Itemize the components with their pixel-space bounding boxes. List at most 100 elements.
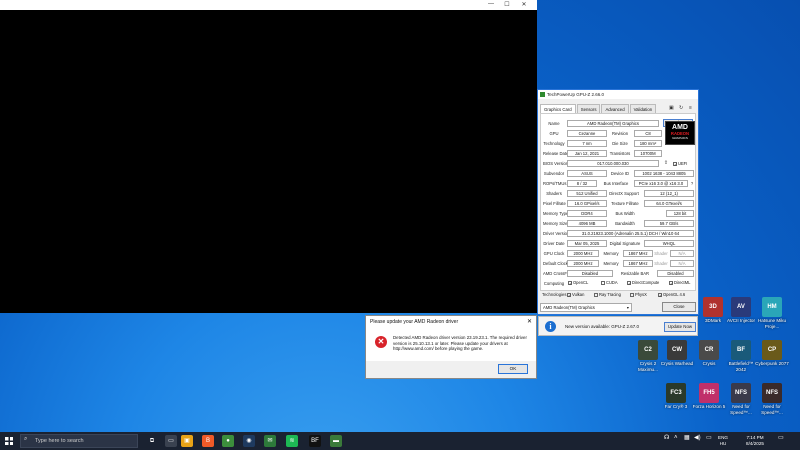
show-hidden-icons-icon[interactable]: ˄	[674, 435, 678, 442]
desktop-icon[interactable]: NFS Need for Speed™...	[724, 383, 758, 415]
taskbar-app-icon[interactable]: ▭	[165, 435, 177, 447]
desktop-icon[interactable]: AV AVCII Injector	[724, 297, 758, 324]
desktop-icon-label: Forza Horizon 5	[692, 404, 726, 409]
taskbar-app-icon[interactable]: ▣	[181, 435, 193, 447]
app-icon: HM	[762, 297, 782, 317]
vulkan-check-icon: ✓	[567, 293, 572, 298]
transistors-label: Transistors	[609, 151, 631, 156]
desktop-icon[interactable]: HM Hatsune Miku Proje...	[755, 297, 789, 329]
app-icon: CW	[667, 340, 687, 360]
desktop-icon-label: Crysis Warhead	[660, 361, 694, 366]
minimize-icon[interactable]: —	[485, 1, 497, 7]
gpuz-close-button[interactable]: Close	[662, 302, 696, 312]
directcompute-checkbox[interactable]: ✓DirectCompute	[627, 280, 660, 286]
taskbar-app-icon[interactable]: B	[202, 435, 214, 447]
taskbar-app-icon[interactable]: ≋	[286, 435, 298, 447]
raytracing-checkbox[interactable]: Ray Tracing	[594, 292, 621, 297]
desktop-icon[interactable]: FH5 Forza Horizon 5	[692, 383, 726, 410]
desktop-icon[interactable]: BF Battlefield™ 2042	[724, 340, 758, 372]
desktop-icon-label: Battlefield™ 2042	[728, 361, 754, 372]
rops-value: 8 / 32	[567, 180, 597, 187]
name-label: Name	[548, 121, 560, 126]
app-icon: NFS	[731, 383, 751, 403]
gpu-select-dropdown[interactable]: AMD Radeon(TM) Graphics ▾	[540, 303, 632, 312]
network-icon[interactable]: ▦	[684, 435, 690, 442]
physx-checkbox[interactable]: PhysX	[630, 292, 647, 297]
clock-date: 8/4/2025	[746, 440, 764, 446]
desktop-icon[interactable]: CW Crysis Warhead	[660, 340, 694, 367]
ok-button[interactable]: OK	[498, 364, 528, 374]
raytracing-label: Ray Tracing	[599, 292, 621, 297]
pixel-fillrate-label: Pixel Fillrate	[543, 201, 566, 206]
desktop-icon[interactable]: CP Cyberpunk 2077	[755, 340, 789, 367]
taskbar-search[interactable]: Type here to search	[20, 434, 138, 448]
bus-help-icon[interactable]: ?	[689, 181, 695, 186]
close-icon[interactable]: ✕	[518, 1, 530, 8]
release-date-label: Release Date	[543, 151, 569, 156]
tab-validation[interactable]: Validation	[629, 104, 657, 113]
desktop-icon[interactable]: NFS Need for Speed™...	[755, 383, 789, 415]
shaders-value: 512 Unified	[567, 190, 607, 197]
desktop-icon[interactable]: CR Crysis	[692, 340, 726, 367]
opencl-checkbox[interactable]: ✓OpenCL	[568, 280, 588, 286]
driver-error-dialog: Please update your AMD Radeon driver ✕ ✕…	[365, 315, 537, 379]
directml-checkbox[interactable]: ✓DirectML	[669, 280, 690, 286]
graphics-card-pane: Name AMD Radeon(TM) Graphics Lookup GPU …	[540, 113, 696, 291]
taskbar: Type here to search ⌕ ⧉ ▭ ▣ B ● ◉ ✉ ≋ BF ▬ ☊ ˄ ▦ …	[0, 432, 800, 450]
language-indicator[interactable]: ENG HU	[714, 435, 732, 446]
update-now-button[interactable]: Update Now	[664, 322, 696, 332]
driver-version-label: Driver Version	[543, 231, 570, 236]
opengl-checkbox[interactable]: ✓OpenGL 4.6	[658, 292, 685, 298]
taskbar-app-icon[interactable]: ●	[222, 435, 234, 447]
chevron-down-icon: ▾	[626, 305, 629, 310]
battery-icon[interactable]: ▭	[706, 435, 712, 442]
crossfire-label: AMD CrossFire	[543, 271, 572, 276]
game-window-titlebar[interactable]: — ☐ ✕	[0, 0, 537, 10]
refresh-icon[interactable]: ↻	[679, 105, 683, 111]
update-notification: i New version available: GPU-Z 2.67.0 Up…	[538, 316, 698, 336]
taskbar-app-icon[interactable]: BF	[309, 435, 321, 447]
gpu-value: Cezanne	[567, 130, 607, 137]
error-icon: ✕	[375, 336, 387, 348]
maximize-icon[interactable]: ☐	[501, 1, 513, 8]
headset-icon[interactable]: ☊	[664, 435, 669, 442]
tab-advanced[interactable]: Advanced	[601, 104, 629, 113]
directcompute-label: DirectCompute	[632, 280, 660, 285]
gpuz-titlebar[interactable]: TechPowerUp GPU-Z 2.66.0	[538, 90, 698, 99]
clock[interactable]: 7:14 PM 8/4/2025	[737, 435, 773, 446]
tab-sensors[interactable]: Sensors	[576, 104, 601, 113]
shader-clock-label: Shader	[654, 251, 668, 256]
notification-icon[interactable]: ▭	[778, 435, 784, 442]
physx-check-icon	[630, 293, 634, 297]
taskbar-app-icon[interactable]: ⧉	[146, 435, 158, 447]
bandwidth-value: 59.7 GB/s	[644, 220, 694, 227]
windows-start-icon[interactable]	[5, 437, 13, 445]
die-size-label: Die Size	[612, 141, 628, 146]
taskbar-app-icon[interactable]: ▬	[330, 435, 342, 447]
dialog-close-icon[interactable]: ✕	[527, 318, 532, 325]
menu-icon[interactable]: ≡	[689, 105, 692, 111]
gpu-label: GPU	[549, 131, 559, 136]
default-clock-label: Default Clock	[543, 261, 568, 266]
gpu-select-value: AMD Radeon(TM) Graphics	[543, 305, 595, 310]
taskbar-app-icon[interactable]: ✉	[264, 435, 276, 447]
taskbar-app-icon[interactable]: ◉	[243, 435, 255, 447]
subvendor-label: Subvendor	[543, 171, 565, 176]
desktop-icon-label: Far Cry® 3	[664, 404, 688, 409]
game-window[interactable]: — ☐ ✕	[0, 0, 537, 313]
vulkan-label: Vulkan	[572, 292, 585, 297]
info-icon: i	[545, 321, 556, 332]
share-icon[interactable]: ⇪	[662, 160, 670, 166]
camera-icon[interactable]: ▣	[669, 105, 674, 111]
app-icon: 3D	[703, 297, 723, 317]
dialog-footer: OK	[366, 361, 536, 378]
volume-icon[interactable]: ◀)	[694, 435, 701, 442]
uefi-checkbox[interactable]: ✓UEFI	[673, 161, 687, 167]
cuda-checkbox[interactable]: CUDA	[601, 280, 618, 285]
dialog-message: Detected AMD Radeon driver version 23.19…	[393, 335, 527, 351]
vulkan-checkbox[interactable]: ✓Vulkan	[567, 292, 585, 298]
desktop-icon[interactable]: FC3 Far Cry® 3	[659, 383, 693, 410]
bios-label: BIOS Version	[543, 161, 569, 166]
tab-graphics-card[interactable]: Graphics Card	[540, 104, 576, 113]
texture-fillrate-label: Texture Fillrate	[611, 201, 639, 206]
